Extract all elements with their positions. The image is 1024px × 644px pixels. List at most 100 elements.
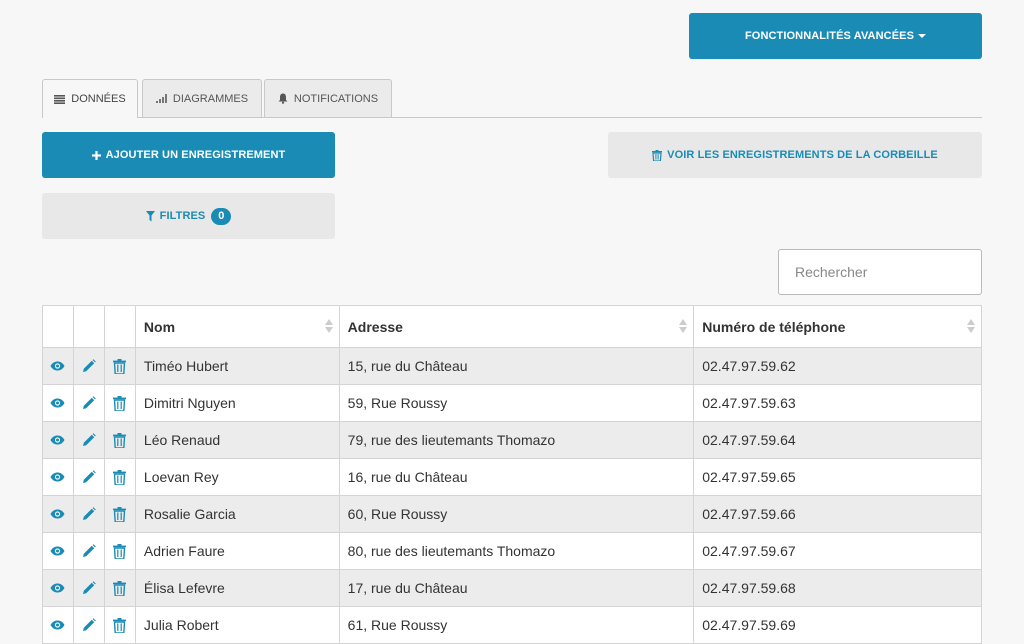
view-trash-label: Voir les enregistrements de la corbeille (667, 149, 938, 161)
eye-icon (43, 509, 73, 519)
advanced-features-button[interactable]: Fonctionnalités avancées (689, 13, 982, 59)
add-record-button[interactable]: Ajouter un enregistrement (42, 132, 335, 178)
edit-action[interactable] (72, 495, 105, 533)
sort-icon (967, 319, 975, 335)
pencil-icon (74, 433, 104, 447)
view-action[interactable] (42, 606, 74, 644)
eye-icon (43, 546, 73, 556)
sort-icon (324, 319, 333, 335)
tab-diagrammes[interactable]: Diagrammes (142, 79, 262, 117)
trash-icon (105, 469, 135, 485)
cell-telephone: 02.47.97.59.68 (693, 569, 982, 607)
search-input[interactable] (778, 249, 982, 295)
list-icon (54, 94, 66, 104)
view-action[interactable] (42, 421, 74, 459)
tab-donnees[interactable]: Données (42, 79, 138, 118)
filters-label: Filtres (159, 210, 206, 222)
tab-label: Données (71, 93, 126, 105)
table-row: Adrien Faure 80, rue des lieutemants Thom… (42, 532, 982, 570)
pencil-icon (74, 507, 104, 521)
column-header-label: Numéro de téléphone (702, 318, 846, 335)
trash-icon (105, 432, 135, 448)
table-row: Timéo Hubert 15, rue du Château 02.47.97.5… (42, 347, 982, 385)
table-row: Rosalie Garcia 60, Rue Roussy 02.47.97.59.… (42, 495, 982, 533)
column-header-nom[interactable]: Nom (134, 305, 340, 348)
edit-action[interactable] (72, 569, 105, 607)
eye-icon (43, 435, 73, 445)
tab-label: Notifications (293, 92, 379, 105)
eye-icon (43, 361, 73, 371)
trash-icon (105, 617, 135, 633)
records-table: Nom Adresse Numéro de téléphone Timéo Hu… (42, 305, 982, 644)
delete-action[interactable] (103, 421, 136, 459)
cell-adresse: 80, rue des lieutemants Thomazo (338, 532, 695, 570)
view-action[interactable] (42, 347, 74, 385)
cell-telephone: 02.47.97.59.65 (693, 458, 982, 496)
cell-adresse: 17, rue du Château (338, 569, 695, 607)
plus-icon (91, 150, 101, 160)
cell-nom: Élisa Lefevre (134, 569, 340, 607)
delete-action[interactable] (103, 458, 136, 496)
edit-action[interactable] (72, 458, 105, 496)
eye-icon (43, 620, 73, 630)
view-action[interactable] (42, 495, 74, 533)
cell-telephone: 02.47.97.59.64 (693, 421, 982, 459)
table-header-row: Nom Adresse Numéro de téléphone (42, 305, 982, 348)
cell-adresse: 60, Rue Roussy (338, 495, 695, 533)
tab-bar: Données Diagrammes Notifications (42, 79, 982, 118)
trash-icon (105, 395, 135, 411)
view-action[interactable] (42, 532, 74, 570)
table-row: Loevan Rey 16, rue du Château 02.47.97.59.… (42, 458, 982, 496)
cell-adresse: 61, Rue Roussy (338, 606, 695, 644)
view-action[interactable] (42, 458, 74, 496)
edit-action[interactable] (72, 532, 105, 570)
cell-nom: Julia Robert (134, 606, 340, 644)
delete-action[interactable] (103, 384, 136, 422)
trash-icon (105, 543, 135, 559)
cell-adresse: 79, rue des lieutemants Thomazo (338, 421, 695, 459)
cell-nom: Rosalie Garcia (134, 495, 340, 533)
delete-action[interactable] (103, 569, 136, 607)
sort-icon (679, 319, 688, 335)
filters-button[interactable]: Filtres 0 (42, 193, 335, 239)
filter-icon (145, 210, 155, 222)
cell-nom: Timéo Hubert (134, 347, 340, 385)
view-action[interactable] (42, 384, 74, 422)
table-row: Élisa Lefevre 17, rue du Château 02.47.97.… (42, 569, 982, 607)
cell-nom: Léo Renaud (134, 421, 340, 459)
tab-notifications[interactable]: Notifications (264, 79, 392, 117)
cell-telephone: 02.47.97.59.69 (693, 606, 982, 644)
eye-icon (43, 398, 73, 408)
cell-nom: Loevan Rey (134, 458, 340, 496)
trash-icon (105, 580, 135, 596)
edit-action[interactable] (72, 421, 105, 459)
column-header-telephone[interactable]: Numéro de téléphone (693, 305, 982, 348)
table-body: Timéo Hubert 15, rue du Château 02.47.97.5… (42, 347, 982, 644)
caret-down-icon (918, 34, 927, 38)
pencil-icon (74, 359, 104, 373)
add-record-label: Ajouter un enregistrement (105, 149, 286, 161)
view-action[interactable] (42, 569, 74, 607)
edit-action[interactable] (72, 347, 105, 385)
cell-nom: Adrien Faure (134, 532, 340, 570)
column-header-label: Adresse (347, 318, 403, 335)
column-header-adresse[interactable]: Adresse (338, 305, 695, 348)
delete-action[interactable] (103, 347, 136, 385)
view-trash-button[interactable]: Voir les enregistrements de la corbeille (608, 132, 982, 178)
edit-action[interactable] (72, 606, 105, 644)
delete-action[interactable] (103, 532, 136, 570)
view-column-header (42, 305, 74, 348)
edit-action[interactable] (72, 384, 105, 422)
pencil-icon (74, 544, 104, 558)
filters-count-badge: 0 (211, 207, 232, 225)
bell-icon (278, 93, 288, 104)
delete-action[interactable] (103, 495, 136, 533)
pencil-icon (74, 618, 104, 632)
delete-action[interactable] (103, 606, 136, 644)
cell-telephone: 02.47.97.59.62 (693, 347, 982, 385)
cell-adresse: 59, Rue Roussy (338, 384, 695, 422)
eye-icon (43, 583, 73, 593)
eye-icon (43, 472, 73, 482)
cell-adresse: 16, rue du Château (338, 458, 695, 496)
advanced-features-label: Fonctionnalités avancées (744, 30, 915, 42)
